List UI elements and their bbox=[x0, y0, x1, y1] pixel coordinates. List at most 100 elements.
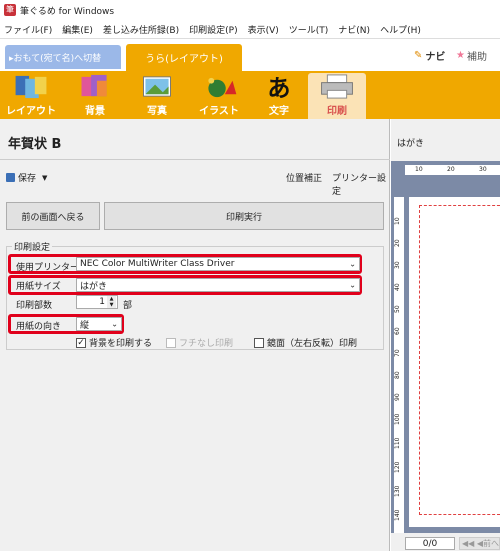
borderless-label: フチなし印刷 bbox=[179, 339, 234, 349]
print-panel: 年賀状 B 保存 ▼ 位置補正 プリンター設定 前の画面へ戻る 印刷実行 印刷設… bbox=[0, 119, 390, 551]
orientation-label: 用紙の向き bbox=[16, 322, 62, 332]
ruler-tick: 110 bbox=[394, 437, 401, 449]
hojo-button[interactable]: ★ 補助 bbox=[456, 48, 487, 63]
paper-size-label: 用紙サイズ bbox=[16, 282, 61, 292]
ribbon-print-label: 印刷 bbox=[327, 106, 347, 117]
menu-file[interactable]: ファイル(F) bbox=[4, 23, 52, 36]
printer-icon bbox=[321, 74, 353, 99]
ribbon-text[interactable]: あ 文字 bbox=[250, 73, 308, 119]
spin-down-icon[interactable]: ▼ bbox=[107, 302, 116, 308]
ruler-tick: 50 bbox=[394, 305, 401, 313]
margin-mark: – bbox=[496, 201, 500, 209]
ruler-tick: 130 bbox=[394, 485, 401, 497]
ruler-tick: 40 bbox=[394, 283, 401, 291]
ribbon-background-label: 背景 bbox=[85, 106, 105, 117]
printer-value: NEC Color MultiWriter Class Driver bbox=[80, 259, 235, 269]
printer-label: 使用プリンター bbox=[16, 263, 80, 273]
ribbon-text-label: 文字 bbox=[269, 106, 289, 117]
save-label: 保存 bbox=[18, 174, 37, 184]
back-button[interactable]: 前の画面へ戻る bbox=[6, 202, 100, 230]
ruler-tick: 20 bbox=[447, 166, 455, 173]
preview-area: 10 20 30 10 20 30 40 50 60 70 80 90 100 … bbox=[391, 161, 500, 533]
divider bbox=[0, 159, 390, 160]
printer-select[interactable]: NEC Color MultiWriter Class Driver ⌄ bbox=[76, 257, 360, 271]
vertical-ruler: 10 20 30 40 50 60 70 80 90 100 110 120 1… bbox=[394, 197, 404, 533]
checkbox-empty-icon bbox=[254, 337, 264, 348]
print-settings-group-label: 印刷設定 bbox=[12, 240, 53, 253]
ribbon-illust[interactable]: イラスト bbox=[190, 73, 248, 119]
ribbon-print[interactable]: 印刷 bbox=[308, 73, 366, 119]
hojo-label: 補助 bbox=[466, 52, 487, 63]
ruler-tick: 100 bbox=[394, 413, 401, 425]
ruler-tick: 20 bbox=[394, 239, 401, 247]
printer-settings-button[interactable]: プリンター設定 bbox=[332, 171, 389, 197]
prev-page-button[interactable]: ◀◀ ◀ 前へ bbox=[459, 537, 500, 550]
star-icon: ★ bbox=[456, 50, 465, 61]
navi-button[interactable]: ✎ ナビ bbox=[414, 48, 445, 63]
checkmark-icon: ✓ bbox=[76, 337, 86, 348]
menu-tools[interactable]: ツール(T) bbox=[289, 23, 329, 36]
window-title: 筆ぐるめ for Windows bbox=[20, 6, 115, 17]
menu-view[interactable]: 表示(V) bbox=[248, 23, 279, 36]
save-icon bbox=[6, 173, 15, 182]
paper-size-value: はがき bbox=[80, 281, 108, 292]
chevron-down-icon: ⌄ bbox=[111, 319, 118, 329]
pen-icon: ✎ bbox=[414, 50, 423, 61]
ribbon-photo-label: 写真 bbox=[147, 106, 167, 117]
ribbon-background[interactable]: 背景 bbox=[66, 73, 124, 119]
ruler-tick: 30 bbox=[394, 261, 401, 269]
background-icon bbox=[81, 74, 107, 97]
ruler-tick: 80 bbox=[394, 371, 401, 379]
ruler-tick: 10 bbox=[394, 217, 401, 225]
menu-print-settings[interactable]: 印刷設定(P) bbox=[189, 23, 237, 36]
app-icon: 筆 bbox=[4, 4, 16, 16]
menu-navi[interactable]: ナビ(N) bbox=[338, 23, 370, 36]
orientation-select[interactable]: 縦 ⌄ bbox=[76, 317, 122, 331]
print-background-checkbox[interactable]: ✓ 背景を印刷する bbox=[76, 336, 152, 349]
print-execute-button[interactable]: 印刷実行 bbox=[104, 202, 384, 230]
horizontal-ruler: 10 20 30 bbox=[405, 165, 500, 175]
preview-panel: はがき 10 20 30 10 20 30 40 50 60 70 80 90 … bbox=[391, 119, 500, 551]
tab-switch-front[interactable]: ▸おもて(宛て名)へ切替 bbox=[5, 45, 121, 69]
navi-label: ナビ bbox=[425, 52, 446, 63]
ribbon-photo[interactable]: 写真 bbox=[128, 73, 186, 119]
page-indicator: 0/0 bbox=[405, 537, 455, 550]
photo-icon bbox=[143, 76, 171, 97]
mirror-checkbox[interactable]: 鏡面（左右反転）印刷 bbox=[254, 336, 357, 349]
layout-icon bbox=[15, 75, 47, 99]
borderless-checkbox[interactable]: フチなし印刷 bbox=[166, 336, 233, 349]
ribbon-layout[interactable]: レイアウト bbox=[2, 73, 60, 119]
menu-edit[interactable]: 編集(E) bbox=[62, 23, 93, 36]
title-bar: 筆 筆ぐるめ for Windows bbox=[0, 0, 500, 20]
copies-unit: 部 bbox=[123, 301, 133, 311]
ribbon-illust-label: イラスト bbox=[199, 106, 239, 117]
save-button[interactable]: 保存 ▼ bbox=[6, 171, 47, 184]
chevron-down-icon: ▼ bbox=[42, 173, 48, 182]
paper-size-select[interactable]: はがき ⌄ bbox=[76, 278, 360, 292]
ruler-tick: 70 bbox=[394, 349, 401, 357]
tab-back-layout[interactable]: うら(レイアウト) bbox=[126, 44, 242, 71]
ruler-tick: 60 bbox=[394, 327, 401, 335]
preview-title: はがき bbox=[397, 139, 425, 149]
mirror-label: 鏡面（左右反転）印刷 bbox=[267, 339, 358, 349]
copies-value: 1 bbox=[99, 297, 105, 307]
checkbox-empty-icon bbox=[166, 337, 176, 348]
position-adjust-button[interactable]: 位置補正 bbox=[286, 171, 322, 184]
copies-stepper[interactable]: 1 ▲ ▼ bbox=[76, 295, 118, 309]
ruler-tick: 90 bbox=[394, 393, 401, 401]
svg-text:あ: あ bbox=[267, 75, 290, 100]
text-icon: あ bbox=[267, 75, 290, 100]
menu-help[interactable]: ヘルプ(H) bbox=[380, 23, 421, 36]
chevron-down-icon: ⌄ bbox=[349, 280, 356, 290]
ribbon: レイアウト 背景 写真 イラスト あ 文字 印刷 bbox=[0, 71, 500, 119]
postcard-preview: – bbox=[409, 197, 500, 527]
ruler-tick: 120 bbox=[394, 461, 401, 473]
menu-bar: ファイル(F) 編集(E) 差し込み住所録(B) 印刷設定(P) 表示(V) ツ… bbox=[0, 20, 500, 39]
ruler-tick: 140 bbox=[394, 509, 401, 521]
copies-label: 印刷部数 bbox=[16, 301, 53, 311]
menu-address-book[interactable]: 差し込み住所録(B) bbox=[103, 23, 179, 36]
ribbon-layout-label: レイアウト bbox=[6, 106, 56, 117]
chevron-down-icon: ⌄ bbox=[349, 259, 356, 269]
illustration-icon bbox=[208, 77, 237, 98]
ruler-tick: 10 bbox=[415, 166, 423, 173]
